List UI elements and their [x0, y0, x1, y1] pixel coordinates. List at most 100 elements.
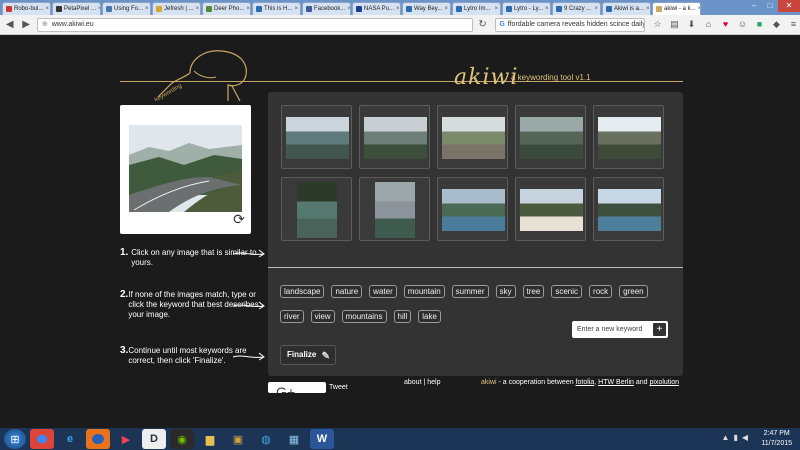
maximize-button[interactable]: □ — [762, 0, 778, 12]
browser-tab[interactable]: This is H... × — [252, 2, 301, 15]
keyword-tag[interactable]: mountain — [403, 285, 445, 298]
close-tab-icon[interactable]: × — [347, 4, 350, 15]
browser-tab[interactable]: Way Bey... × — [402, 2, 451, 15]
result-thumbnail[interactable] — [281, 105, 352, 169]
app-d-icon[interactable]: D — [142, 429, 166, 449]
keyword-tag[interactable]: scenic — [551, 285, 583, 298]
minimize-button[interactable]: – — [746, 0, 762, 12]
chrome-icon[interactable] — [30, 429, 54, 449]
url-text: www.akiwi.eu — [51, 20, 94, 28]
extension-icon[interactable]: ■ — [753, 18, 766, 31]
keyword-tag[interactable]: mountains — [341, 310, 387, 323]
folder-icon[interactable]: ▆ — [198, 429, 222, 449]
keyword-tag[interactable]: sky — [495, 285, 516, 298]
close-button[interactable]: ✕ — [778, 0, 800, 12]
keyword-tag[interactable]: river — [280, 310, 304, 323]
result-thumbnail[interactable] — [437, 177, 508, 241]
url-bar[interactable]: ⊕ www.akiwi.eu — [36, 17, 473, 32]
browser-tab[interactable]: Jefresh | ... × — [152, 2, 201, 15]
photo-viewer-icon[interactable]: ▦ — [282, 429, 306, 449]
pocket-icon[interactable]: ♥ — [719, 18, 732, 31]
keyword-tag[interactable]: water — [369, 285, 397, 298]
star-icon[interactable]: ☆ — [651, 18, 664, 31]
keyword-tag[interactable]: view — [310, 310, 335, 323]
clock[interactable]: 2:47 PM 11/7/2015 — [761, 429, 792, 449]
browser-tab[interactable]: Lytro Im... × — [452, 2, 501, 15]
close-tab-icon[interactable]: × — [145, 4, 149, 15]
browser-tab[interactable]: Using Fo... × — [102, 2, 151, 15]
close-tab-icon[interactable]: × — [246, 4, 250, 15]
home-icon[interactable]: ⌂ — [702, 18, 715, 31]
close-tab-icon[interactable]: × — [45, 4, 49, 15]
browser-tab[interactable]: akiwi - a k... × — [652, 2, 701, 15]
network-icon[interactable]: ▮ — [733, 433, 737, 442]
download-icon[interactable]: ⬇ — [685, 18, 698, 31]
query-image-card: ⟳ — [120, 105, 251, 234]
close-tab-icon[interactable]: × — [98, 4, 100, 15]
finalize-button[interactable]: Finalize ✎ — [280, 345, 336, 365]
word-icon[interactable]: W — [310, 429, 334, 449]
chat-icon[interactable]: ☺ — [736, 18, 749, 31]
browser-tab[interactable]: Robo-bul... × — [2, 2, 51, 15]
result-thumbnail[interactable] — [437, 105, 508, 169]
browser-tab[interactable]: PetaPixel ...× — [52, 2, 101, 15]
close-tab-icon[interactable]: × — [294, 4, 298, 15]
close-tab-icon[interactable]: × — [494, 4, 498, 15]
keyword-tag[interactable]: tree — [522, 285, 545, 298]
result-thumbnail[interactable] — [593, 177, 664, 241]
ie-icon[interactable]: e — [58, 429, 82, 449]
nvidia-icon[interactable]: ◉ — [170, 429, 194, 449]
refresh-icon[interactable]: ⟳ — [232, 212, 246, 226]
close-tab-icon[interactable]: × — [594, 4, 598, 15]
reload-icon[interactable]: ↻ — [476, 18, 489, 32]
close-tab-icon[interactable]: × — [444, 4, 448, 15]
keyword-tag[interactable]: hill — [393, 310, 412, 323]
start-button[interactable]: ⊞ — [4, 429, 26, 449]
close-tab-icon[interactable]: × — [545, 4, 549, 15]
addon-icon[interactable]: ◆ — [770, 18, 783, 31]
fotolia-link[interactable]: fotolia — [576, 379, 595, 386]
result-thumbnail[interactable] — [359, 177, 430, 241]
back-icon[interactable]: ◀ — [3, 18, 16, 32]
browser-tab[interactable]: Facebook... × — [302, 2, 351, 15]
google-plus-widget[interactable]: G+ — [268, 382, 326, 393]
result-thumbnail[interactable] — [359, 105, 430, 169]
result-thumbnail[interactable] — [593, 105, 664, 169]
browser-tab[interactable]: Deer Pho... × — [202, 2, 251, 15]
browser-tab[interactable]: Akiwi is a... × — [602, 2, 651, 15]
search-box[interactable]: G ffordable camera reveals hidden scince… — [495, 17, 645, 32]
menu-icon[interactable]: ≡ — [787, 18, 800, 31]
result-thumbnail[interactable] — [515, 105, 586, 169]
browser-tab[interactable]: 9 Crazy ... × — [552, 2, 601, 15]
close-tab-icon[interactable]: × — [646, 4, 650, 15]
pixolution-link[interactable]: pixolution — [650, 379, 680, 386]
keyword-tag[interactable]: nature — [331, 285, 363, 298]
tweet-link[interactable]: Tweet — [329, 384, 348, 391]
keyword-tag[interactable]: lake — [418, 310, 441, 323]
browser-tab[interactable]: NASA Pu... × — [352, 2, 401, 15]
firefox-icon[interactable] — [86, 429, 110, 449]
media-player-icon[interactable]: ▶ — [114, 429, 138, 449]
thumbnail-photo — [598, 189, 661, 231]
volume-icon[interactable]: ◀ — [742, 433, 748, 442]
close-tab-icon[interactable]: × — [698, 4, 700, 15]
keyword-tag[interactable]: summer — [451, 285, 489, 298]
add-keyword-button[interactable]: + — [653, 323, 666, 336]
forward-icon[interactable]: ▶ — [19, 18, 32, 32]
reading-list-icon[interactable]: ▤ — [668, 18, 681, 31]
film-icon[interactable]: ▣ — [226, 429, 250, 449]
browser-tab[interactable]: Lytro - Ly... × — [502, 2, 551, 15]
footer-links[interactable]: about | help — [404, 379, 440, 386]
up-arrow-icon[interactable]: ▲ — [722, 433, 730, 442]
keyword-tag[interactable]: green — [619, 285, 648, 298]
result-thumbnail[interactable] — [515, 177, 586, 241]
close-tab-icon[interactable]: × — [196, 4, 200, 15]
globe-app-icon[interactable]: ◍ — [254, 429, 278, 449]
keyword-tag[interactable]: rock — [589, 285, 613, 298]
result-thumbnail[interactable] — [281, 177, 352, 241]
keyword-tag[interactable]: landscape — [280, 285, 325, 298]
new-keyword-input[interactable]: Enter a new keyword + — [572, 321, 668, 338]
htw-link[interactable]: HTW Berlin — [598, 379, 634, 386]
close-tab-icon[interactable]: × — [396, 4, 400, 15]
query-photo[interactable] — [129, 125, 242, 212]
